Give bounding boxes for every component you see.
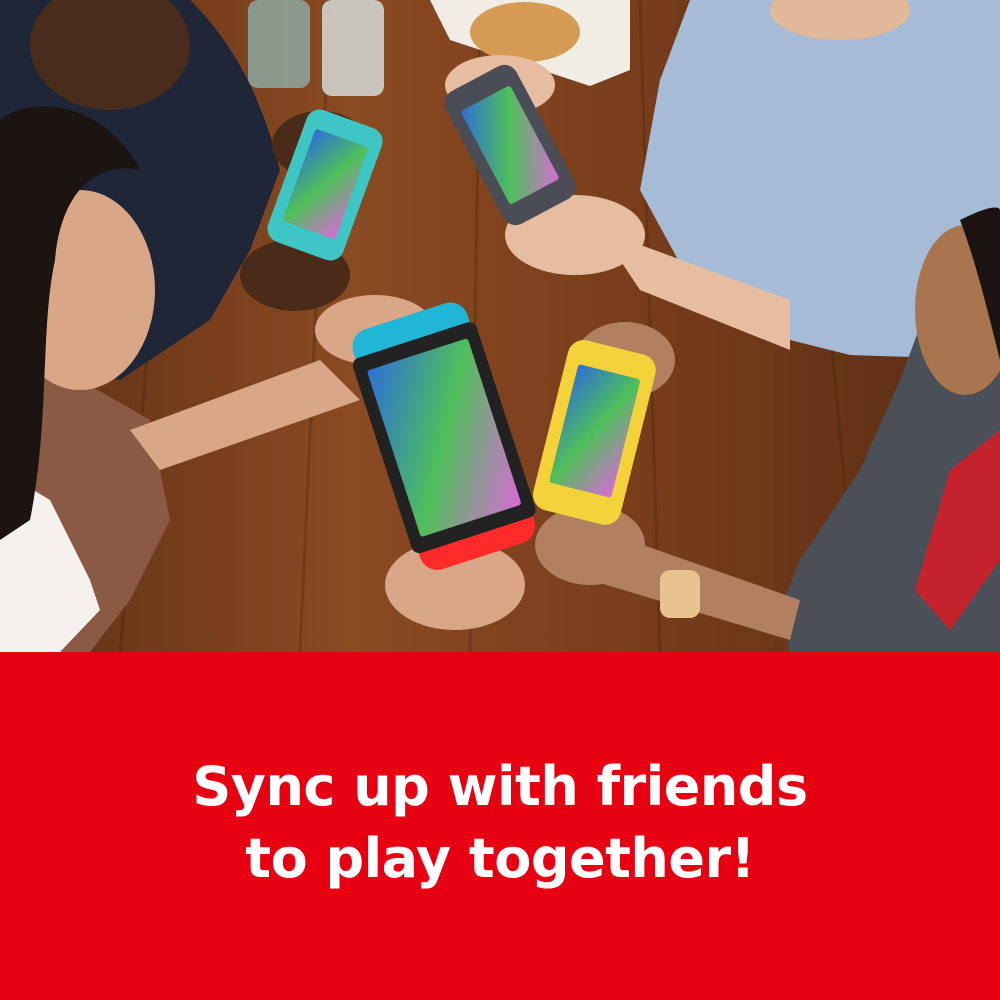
headline-line-2: to play together!	[245, 827, 755, 890]
pastry	[470, 2, 580, 62]
headline-line-1: Sync up with friends	[192, 755, 808, 818]
product-image: Sync up with friends to play together!	[0, 0, 1000, 1000]
water-glass	[248, 0, 310, 88]
lifestyle-photo	[0, 0, 1000, 652]
promo-banner: Sync up with friends to play together!	[0, 652, 1000, 1000]
wrist-watch	[660, 570, 700, 618]
water-glass	[322, 0, 384, 96]
headline: Sync up with friends to play together!	[192, 751, 808, 895]
